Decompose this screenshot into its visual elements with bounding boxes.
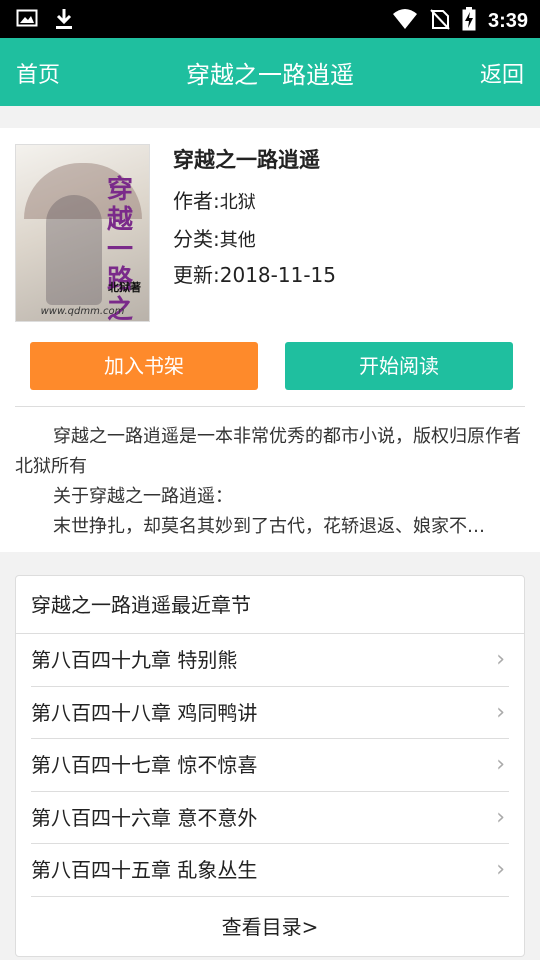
book-intro: 穿越之一路逍遥是一本非常优秀的都市小说，版权归原作者北狱所有 关于穿越之一路逍遥…: [15, 422, 525, 542]
intro-paragraph: 关于穿越之一路逍遥：: [53, 486, 233, 507]
divider: [15, 406, 525, 407]
wifi-icon: [392, 8, 418, 34]
book-updated: 更新:2018-11-15: [173, 263, 336, 287]
chapter-item[interactable]: 第八百四十六章 意不意外 ›: [31, 792, 509, 844]
page-title: 穿越之一路逍遥: [186, 61, 354, 89]
chapter-title: 第八百四十五章 乱象丛生: [31, 858, 258, 882]
chapter-item[interactable]: 第八百四十九章 特别熊 ›: [31, 634, 509, 687]
chapter-item[interactable]: 第八百四十七章 惊不惊喜 ›: [31, 739, 509, 792]
book-author: 作者:北狱: [173, 189, 256, 213]
cover-title: 穿越 一 路之 逍 遥: [106, 175, 133, 322]
chapter-item[interactable]: 第八百四十五章 乱象丛生 ›: [31, 844, 509, 897]
book-info-panel: 穿越 一 路之 逍 遥 北狱著 www.qdmm.com 穿越之一路逍遥 作者:…: [0, 128, 540, 552]
chevron-right-icon: ›: [496, 804, 505, 830]
book-category: 分类:其他: [173, 227, 256, 251]
chevron-right-icon: ›: [496, 647, 505, 672]
chapter-title: 第八百四十九章 特别熊: [31, 648, 238, 672]
chevron-right-icon: ›: [496, 752, 505, 777]
chapter-title: 第八百四十七章 惊不惊喜: [31, 753, 258, 777]
chevron-right-icon: ›: [496, 857, 505, 882]
app-bar: 首页 穿越之一路逍遥 返回: [0, 38, 540, 106]
latest-chapters-heading: 穿越之一路逍遥最近章节: [16, 576, 524, 634]
chevron-right-icon: ›: [496, 699, 505, 725]
start-reading-button[interactable]: 开始阅读: [285, 342, 513, 390]
intro-paragraph: 穿越之一路逍遥是一本非常优秀的都市小说，版权归原作者北狱所有: [15, 426, 521, 477]
image-icon: [16, 8, 38, 34]
chapter-title: 第八百四十八章 鸡同鸭讲: [31, 700, 258, 725]
intro-paragraph: 末世挣扎，却莫名其妙到了古代，花轿退返、娘家不…: [53, 516, 485, 537]
latest-chapters-panel: 穿越之一路逍遥最近章节 第八百四十九章 特别熊 › 第八百四十八章 鸡同鸭讲 ›…: [15, 575, 525, 957]
cover-figure-art: [46, 195, 102, 305]
clock: 3:39: [487, 9, 528, 32]
view-catalog-link[interactable]: 查看目录>: [16, 897, 524, 957]
book-title: 穿越之一路逍遥: [173, 148, 320, 172]
add-to-shelf-button[interactable]: 加入书架: [30, 342, 258, 390]
cover-author: 北狱著: [108, 281, 141, 294]
cover-site: www.qdmm.com: [40, 306, 125, 317]
battery-charging-icon: [462, 7, 476, 35]
chapter-item[interactable]: 第八百四十八章 鸡同鸭讲 ›: [31, 687, 509, 739]
download-icon: [54, 8, 74, 34]
back-link[interactable]: 返回: [480, 57, 524, 89]
no-sim-icon: [430, 8, 450, 34]
status-bar: 3:39: [0, 0, 540, 38]
chapter-title: 第八百四十六章 意不意外: [31, 805, 258, 830]
book-cover: 穿越 一 路之 逍 遥 北狱著 www.qdmm.com: [15, 144, 150, 322]
